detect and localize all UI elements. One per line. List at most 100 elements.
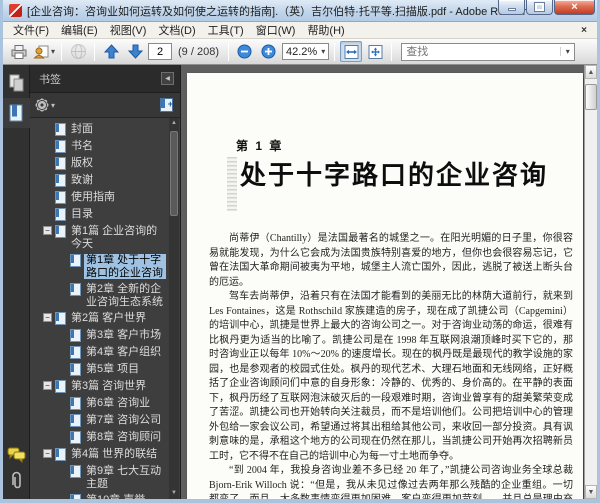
- menubar-close-icon[interactable]: ×: [575, 25, 593, 36]
- maximize-button[interactable]: [526, 0, 553, 15]
- bookmark-label: 第7章 咨询公司: [86, 414, 162, 426]
- bookmark-item-ch1[interactable]: 第1章 处于十字路口的企业咨询: [30, 252, 180, 281]
- options-menu-button[interactable]: ▾: [37, 100, 55, 110]
- document-scrollbar-thumb[interactable]: [585, 84, 597, 110]
- caption-buttons: ×: [497, 0, 595, 15]
- minimize-icon: [507, 8, 516, 11]
- zoom-out-button[interactable]: [234, 41, 256, 62]
- bookmark-item-toc[interactable]: 目录: [30, 206, 180, 223]
- bookmark-item-copyright[interactable]: 版权: [30, 155, 180, 172]
- bookmark-label: 第1篇 企业咨询的今天: [71, 225, 158, 250]
- scroll-down-icon[interactable]: ▼: [169, 488, 179, 499]
- bookmark-page-icon: [70, 254, 81, 267]
- bookmark-item-cover[interactable]: 封面: [30, 121, 180, 138]
- menu-item-document[interactable]: 文档(D): [152, 21, 201, 39]
- close-icon: ×: [571, 1, 578, 13]
- bookmark-label: 第5章 项目: [86, 363, 140, 375]
- bookmark-expander-icon[interactable]: −: [43, 381, 52, 390]
- arrow-down-icon: [127, 44, 143, 59]
- bookmarks-panel-tab[interactable]: [2, 98, 30, 128]
- maximize-icon: [534, 2, 545, 12]
- new-bookmark-button[interactable]: +: [160, 98, 173, 112]
- menu-item-edit[interactable]: 编辑(E): [55, 21, 104, 39]
- doc-scroll-up-icon[interactable]: ▲: [585, 65, 597, 79]
- document-scrollbar[interactable]: ▲ ▼: [584, 65, 597, 499]
- bookmark-label: 第4篇 世界的联结: [71, 448, 158, 460]
- toolbar-separator: [61, 42, 63, 61]
- globe-icon: [70, 44, 86, 59]
- bookmark-expander-icon[interactable]: −: [43, 313, 52, 322]
- bookmark-item-ch3[interactable]: 第3章 客户市场: [30, 327, 180, 344]
- menu-item-view[interactable]: 视图(V): [104, 21, 153, 39]
- document-view: 第 1 章 处于十字路口的企业咨询 尚蒂伊（Chantilly）是法国最著名的城…: [181, 65, 584, 499]
- bookmark-item-ch2[interactable]: 第2章 全新的企业咨询生态系统: [30, 281, 180, 310]
- panel-options-bar: ▾ +: [30, 93, 180, 118]
- zoom-in-icon: [261, 44, 276, 59]
- minimize-button[interactable]: [498, 0, 525, 15]
- bookmark-label: 书名: [71, 140, 93, 152]
- share-icon: [33, 45, 49, 58]
- collapse-panel-button[interactable]: ◀: [161, 72, 174, 85]
- zoom-in-button[interactable]: [258, 41, 280, 62]
- bookmark-tree: 封面书名版权 致谢 使用指南目录 − 第1篇 企业咨询的今天 第1章 处于十字路口的企业咨…: [30, 118, 180, 499]
- sidebar-scrollbar-thumb[interactable]: [170, 131, 178, 216]
- page-number-input[interactable]: [148, 43, 173, 60]
- menu-item-file[interactable]: 文件(F): [7, 21, 55, 39]
- gear-icon: [37, 100, 47, 110]
- main-content: 书签 ◀ ▾ + 封面 书名 版权 致谢 使用指南 目录 − 第1篇 企业咨询的今天 第1章 处…: [2, 65, 597, 499]
- pages-icon: [9, 74, 23, 92]
- bookmark-label: 封面: [71, 123, 93, 135]
- share-button[interactable]: ▾: [32, 41, 56, 62]
- menu-bar: 文件(F) 编辑(E) 视图(V) 文档(D) 工具(T) 窗口(W) 帮助(H) ×: [3, 22, 597, 39]
- toolbar-separator: [227, 42, 229, 61]
- collaborate-button[interactable]: [67, 41, 89, 62]
- menu-item-help[interactable]: 帮助(H): [301, 21, 350, 39]
- bookmark-label: 第6章 咨询业: [86, 397, 151, 409]
- bookmark-label: 第2章 全新的企业咨询生态系统: [86, 283, 163, 308]
- bookmark-expander-icon[interactable]: −: [43, 226, 52, 235]
- print-button[interactable]: [8, 41, 30, 62]
- bookmarks-sidebar: 书签 ◀ ▾ + 封面 书名 版权 致谢 使用指南 目录 − 第1篇 企业咨询的今天 第1章 处…: [30, 65, 181, 499]
- bookmark-label: 目录: [71, 208, 93, 220]
- comments-panel-tab[interactable]: [7, 447, 26, 463]
- previous-page-button[interactable]: [100, 41, 122, 62]
- bookmark-item-ch8[interactable]: 第8章 咨询顾问: [30, 429, 180, 446]
- attachments-panel-tab[interactable]: [8, 471, 24, 491]
- pages-panel-tab[interactable]: [3, 68, 30, 98]
- bookmark-item-ch5[interactable]: 第5章 项目: [30, 361, 180, 378]
- bookmark-item-ch10[interactable]: 第10章 声誉——客户市场与咨询: [30, 492, 180, 499]
- fit-page-button[interactable]: [364, 41, 386, 62]
- bookmark-item-ch4[interactable]: 第4章 客户组织: [30, 344, 180, 361]
- bookmark-item-guide[interactable]: 使用指南: [30, 189, 180, 206]
- doc-scroll-down-icon[interactable]: ▼: [585, 485, 597, 499]
- title-bar: [企业咨询：咨询业如何运转及如何使之运转的指南].（英）吉尔伯特·托平等.扫描版…: [3, 0, 597, 22]
- bookmark-expander-icon[interactable]: −: [43, 449, 52, 458]
- sidebar-scrollbar[interactable]: ▲ ▼: [169, 118, 179, 499]
- menu-item-window[interactable]: 窗口(W): [250, 21, 302, 39]
- bookmark-item-ch9[interactable]: 第9章 七大互动主题: [30, 463, 180, 492]
- fit-width-button[interactable]: [340, 41, 363, 62]
- bookmark-item-ch7[interactable]: 第7章 咨询公司: [30, 412, 180, 429]
- bookmark-page-icon: [55, 140, 66, 153]
- zoom-level-box[interactable]: 42.2% ▾: [281, 43, 330, 60]
- bookmark-label: 第9章 七大互动主题: [86, 465, 162, 490]
- bookmark-item-acknowledgement[interactable]: 致谢: [30, 172, 180, 189]
- document-body: 尚蒂伊（Chantilly）是法国最著名的城堡之一。在阳光明媚的日子里，你很容易…: [187, 232, 583, 499]
- next-page-button[interactable]: [124, 41, 146, 62]
- bookmark-item-ch6[interactable]: 第6章 咨询业: [30, 395, 180, 412]
- find-input[interactable]: [402, 43, 561, 60]
- bookmark-page-icon: [70, 283, 81, 296]
- bookmark-item-part1[interactable]: − 第1篇 企业咨询的今天: [30, 223, 180, 252]
- bookmark-item-book-title[interactable]: 书名: [30, 138, 180, 155]
- close-button[interactable]: ×: [554, 0, 595, 15]
- bookmark-item-part4[interactable]: − 第4篇 世界的联结: [30, 446, 180, 463]
- menu-item-tools[interactable]: 工具(T): [202, 21, 250, 39]
- find-dropdown-caret-icon[interactable]: ▾: [560, 47, 574, 56]
- collapse-panel-icon: ◀: [165, 76, 170, 82]
- scroll-up-icon[interactable]: ▲: [169, 118, 179, 129]
- bookmark-page-icon: [55, 225, 66, 238]
- bookmarks-icon: [9, 104, 23, 122]
- bookmark-item-part3[interactable]: − 第3篇 咨询世界: [30, 378, 180, 395]
- bookmark-item-part2[interactable]: − 第2篇 客户世界: [30, 310, 180, 327]
- bookmark-page-icon: [70, 414, 81, 427]
